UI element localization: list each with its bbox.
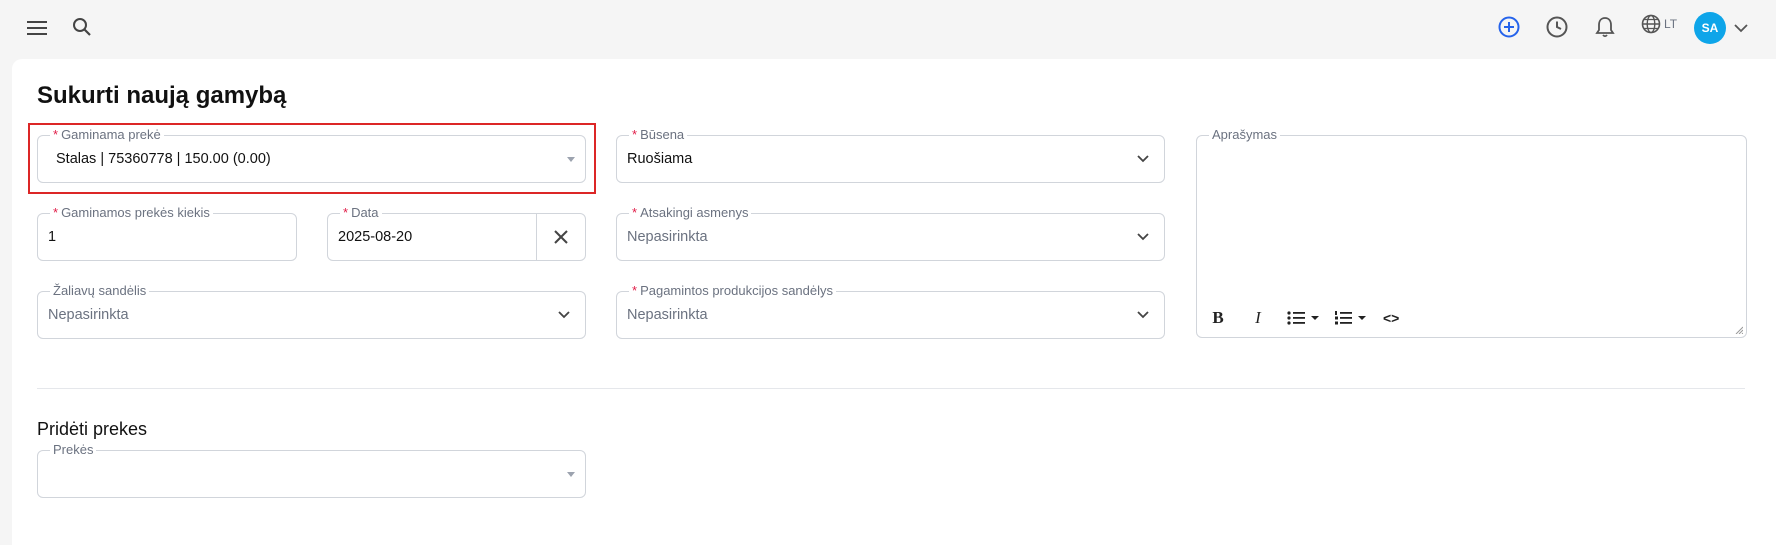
description-label: Aprašymas <box>1212 127 1278 142</box>
bold-button[interactable]: B <box>1207 306 1229 330</box>
chevron-down-icon <box>1137 233 1149 241</box>
chevron-down-icon <box>558 311 570 319</box>
caret-down-icon <box>1311 316 1319 320</box>
clear-date-button[interactable] <box>536 214 585 260</box>
status-select[interactable]: * Būsena Ruošiama <box>616 127 1165 183</box>
description-editor[interactable]: Aprašymas B I <> <box>1196 127 1747 338</box>
numbered-list-button[interactable] <box>1334 306 1367 330</box>
quantity-label: Gaminamos prekės kiekis <box>61 205 210 220</box>
required-marker: * <box>53 127 59 142</box>
bell-icon[interactable] <box>1593 15 1617 39</box>
bullet-list-button[interactable] <box>1287 306 1320 330</box>
caret-down-icon <box>567 157 575 162</box>
product-value: Stalas | 75360778 | 150.00 (0.00) <box>56 151 271 167</box>
raw-warehouse-select[interactable]: Žaliavų sandėlis Nepasirinkta <box>37 283 586 339</box>
responsible-select[interactable]: * Atsakingi asmenys Nepasirinkta <box>616 205 1165 261</box>
search-icon[interactable] <box>71 16 93 38</box>
caret-down-icon <box>1358 316 1366 320</box>
clock-icon[interactable] <box>1545 15 1569 39</box>
editor-toolbar: B I <> <box>1207 306 1399 330</box>
quantity-value: 1 <box>48 229 57 245</box>
product-select[interactable]: * Gaminama prekė Stalas | 75360778 | 150.… <box>37 127 586 183</box>
status-label: Būsena <box>640 127 685 142</box>
date-label: Data <box>351 205 379 220</box>
code-button[interactable]: <> <box>1383 306 1399 330</box>
responsible-value: Nepasirinkta <box>627 229 708 245</box>
output-warehouse-select[interactable]: * Pagamintos produkcijos sandėlys Nepasir… <box>616 283 1165 339</box>
required-marker: * <box>343 205 349 220</box>
product-label: Gaminama prekė <box>61 127 161 142</box>
responsible-label: Atsakingi asmenys <box>640 205 749 220</box>
numbered-list-icon <box>1335 311 1352 325</box>
add-products-title: Pridėti prekes <box>37 419 148 439</box>
top-bar: LT SA <box>0 0 1776 56</box>
required-marker: * <box>632 205 638 220</box>
output-warehouse-label: Pagamintos produkcijos sandėlys <box>640 283 833 298</box>
date-input[interactable]: * Data 2025-08-20 <box>327 205 586 261</box>
required-marker: * <box>53 205 59 220</box>
required-marker: * <box>632 283 638 298</box>
language-switcher[interactable]: LT <box>1641 14 1677 34</box>
required-marker: * <box>632 127 638 142</box>
close-icon <box>554 230 568 244</box>
section-divider <box>37 388 1745 389</box>
chevron-down-icon <box>1137 155 1149 163</box>
caret-down-icon <box>567 472 575 477</box>
italic-button[interactable]: I <box>1247 306 1269 330</box>
output-warehouse-value: Nepasirinkta <box>627 307 708 323</box>
chevron-down-icon <box>1137 311 1149 319</box>
products-label: Prekės <box>53 442 94 457</box>
status-value: Ruošiama <box>627 151 693 167</box>
bullet-list-icon <box>1287 311 1305 325</box>
language-code: LT <box>1664 17 1678 31</box>
raw-warehouse-value: Nepasirinkta <box>48 307 129 323</box>
date-value: 2025-08-20 <box>338 229 413 245</box>
page-title: Sukurti naują gamybą <box>37 82 287 109</box>
resize-handle-icon[interactable] <box>1735 326 1743 334</box>
avatar[interactable]: SA <box>1694 12 1726 44</box>
chevron-down-icon[interactable] <box>1731 18 1751 38</box>
globe-icon <box>1641 14 1661 34</box>
menu-icon[interactable] <box>26 17 48 39</box>
plus-circle-icon[interactable] <box>1497 15 1521 39</box>
raw-warehouse-label: Žaliavų sandėlis <box>53 283 147 298</box>
products-select[interactable]: Prekės <box>37 442 586 498</box>
quantity-input[interactable]: * Gaminamos prekės kiekis 1 <box>37 205 297 261</box>
